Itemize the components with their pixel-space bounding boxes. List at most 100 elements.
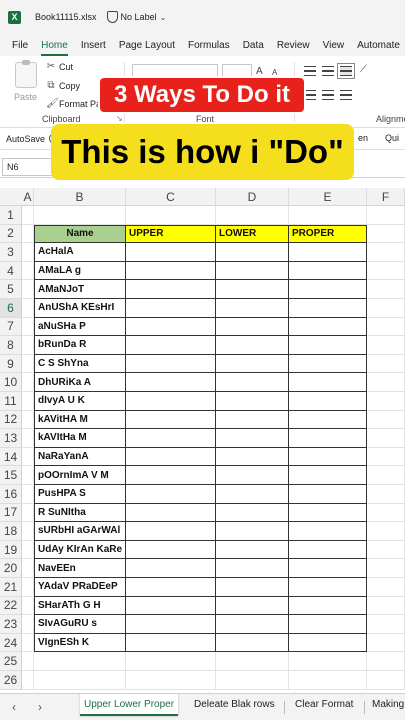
row-header-19[interactable]: 19 <box>0 540 22 560</box>
cell-c13[interactable] <box>126 429 216 448</box>
cell-a15[interactable] <box>22 466 34 485</box>
cell-f1[interactable] <box>367 206 405 225</box>
cell-b14[interactable]: NaRaYanA <box>34 447 126 467</box>
cell-a23[interactable] <box>22 615 34 634</box>
cell-d17[interactable] <box>216 503 289 523</box>
cell-d21[interactable] <box>216 578 289 597</box>
cell-b16[interactable]: PusHPA S <box>34 485 126 504</box>
cell-f3[interactable] <box>367 243 405 262</box>
cell-b10[interactable]: DhURiKa A <box>34 373 126 392</box>
cell-a12[interactable] <box>22 410 34 430</box>
cell-a4[interactable] <box>22 261 34 281</box>
cell-c24[interactable] <box>126 633 216 653</box>
cell-f7[interactable] <box>367 317 405 337</box>
cell-c14[interactable] <box>126 447 216 467</box>
cell-c7[interactable] <box>126 317 216 337</box>
cell-f15[interactable] <box>367 466 405 485</box>
cell-c16[interactable] <box>126 485 216 504</box>
cell-d25[interactable] <box>216 652 289 671</box>
cell-b6[interactable]: AnUShA KEsHrI <box>34 299 126 318</box>
cell-c10[interactable] <box>126 373 216 392</box>
row-header-22[interactable]: 22 <box>0 596 22 616</box>
cell-c19[interactable] <box>126 540 216 560</box>
cell-e6[interactable] <box>289 299 367 318</box>
sensitivity-label[interactable]: No Label <box>121 12 157 22</box>
cell-e26[interactable] <box>289 671 367 690</box>
row-header-4[interactable]: 4 <box>0 261 22 281</box>
cell-e7[interactable] <box>289 317 367 337</box>
cell-c5[interactable] <box>126 280 216 299</box>
column-header-c[interactable]: C <box>126 188 216 206</box>
cell-d1[interactable] <box>216 206 289 225</box>
cell-e23[interactable] <box>289 615 367 634</box>
cell-a3[interactable] <box>22 243 34 262</box>
row-header-8[interactable]: 8 <box>0 336 22 355</box>
row-header-3[interactable]: 3 <box>0 243 22 262</box>
cell-d11[interactable] <box>216 392 289 411</box>
sheet-tab-making[interactable]: Making <box>372 699 404 710</box>
cell-e12[interactable] <box>289 410 367 430</box>
cell-d19[interactable] <box>216 540 289 560</box>
cell-c25[interactable] <box>126 652 216 671</box>
cell-e9[interactable] <box>289 354 367 374</box>
cell-f8[interactable] <box>367 336 405 355</box>
cell-f4[interactable] <box>367 261 405 281</box>
cell-f16[interactable] <box>367 485 405 504</box>
cell-d3[interactable] <box>216 243 289 262</box>
cell-c20[interactable] <box>126 559 216 578</box>
cell-d22[interactable] <box>216 596 289 616</box>
cell-a19[interactable] <box>22 540 34 560</box>
cell-e19[interactable] <box>289 540 367 560</box>
cell-e16[interactable] <box>289 485 367 504</box>
cell-b4[interactable]: AMaLA g <box>34 261 126 281</box>
dialog-launcher-icon[interactable]: ↘ <box>116 114 123 123</box>
cell-a25[interactable] <box>22 652 34 671</box>
cell-e1[interactable] <box>289 206 367 225</box>
row-header-9[interactable]: 9 <box>0 354 22 374</box>
cell-d16[interactable] <box>216 485 289 504</box>
cell-c8[interactable] <box>126 336 216 355</box>
cell-a10[interactable] <box>22 373 34 392</box>
cell-a22[interactable] <box>22 596 34 616</box>
cell-c1[interactable] <box>126 206 216 225</box>
cell-b18[interactable]: sURbHI aGArWAl <box>34 522 126 541</box>
paste-button[interactable]: Paste <box>10 60 42 104</box>
row-header-18[interactable]: 18 <box>0 522 22 541</box>
row-header-15[interactable]: 15 <box>0 466 22 485</box>
cell-e21[interactable] <box>289 578 367 597</box>
cell-e4[interactable] <box>289 261 367 281</box>
row-header-10[interactable]: 10 <box>0 373 22 392</box>
cell-c9[interactable] <box>126 354 216 374</box>
cell-f19[interactable] <box>367 540 405 560</box>
cell-f9[interactable] <box>367 354 405 374</box>
cell-f6[interactable] <box>367 299 405 318</box>
sheet-tab-clear-format[interactable]: Clear Format <box>295 699 353 710</box>
cell-c18[interactable] <box>126 522 216 541</box>
cell-f11[interactable] <box>367 392 405 411</box>
row-header-20[interactable]: 20 <box>0 559 22 578</box>
cell-f14[interactable] <box>367 447 405 467</box>
menu-file[interactable]: File <box>12 40 28 51</box>
align-center-icon[interactable] <box>322 90 334 100</box>
cell-d24[interactable] <box>216 633 289 653</box>
cell-b23[interactable]: SIvAGuRU s <box>34 615 126 634</box>
cell-a9[interactable] <box>22 354 34 374</box>
row-header-2[interactable]: 2 <box>0 224 22 244</box>
cell-d8[interactable] <box>216 336 289 355</box>
cell-a26[interactable] <box>22 671 34 690</box>
menu-data[interactable]: Data <box>243 40 264 51</box>
cell-d15[interactable] <box>216 466 289 485</box>
cell-d14[interactable] <box>216 447 289 467</box>
cell-f24[interactable] <box>367 633 405 653</box>
row-header-24[interactable]: 24 <box>0 633 22 653</box>
menu-view[interactable]: View <box>323 40 345 51</box>
column-header-a[interactable]: A <box>22 188 34 206</box>
cell-b15[interactable]: pOOrnImA V M <box>34 466 126 485</box>
cell-a13[interactable] <box>22 429 34 448</box>
cell-e3[interactable] <box>289 243 367 262</box>
cell-d5[interactable] <box>216 280 289 299</box>
cell-b7[interactable]: aNuSHa P <box>34 317 126 337</box>
cell-f12[interactable] <box>367 410 405 430</box>
row-header-12[interactable]: 12 <box>0 410 22 430</box>
cell-a18[interactable] <box>22 522 34 541</box>
